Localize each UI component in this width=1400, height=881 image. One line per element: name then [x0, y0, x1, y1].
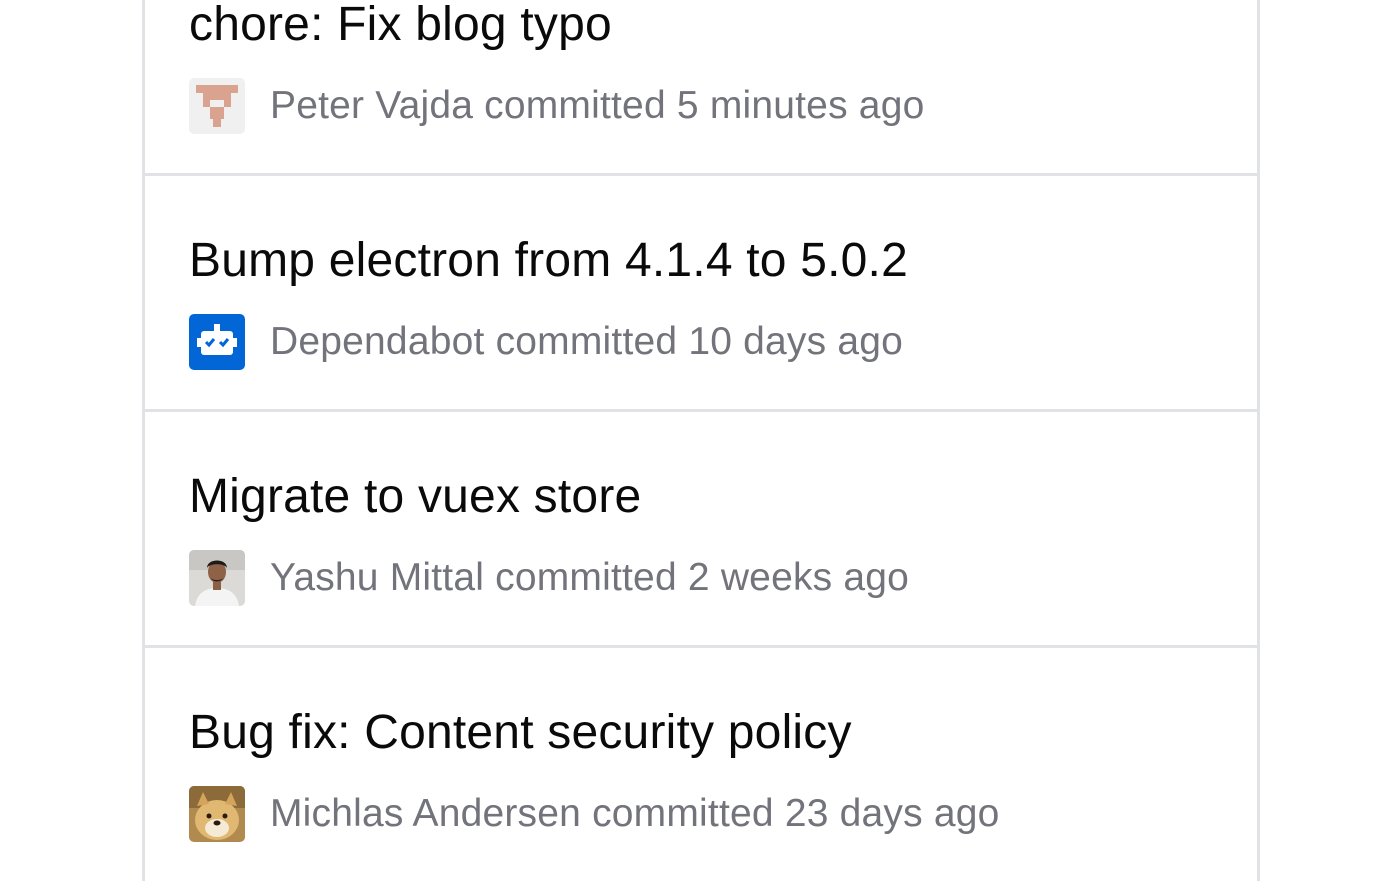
user-photo-avatar[interactable] — [189, 550, 245, 606]
commit-time: 5 minutes ago — [676, 84, 925, 127]
commit-meta: Peter Vajda committed 5 minutes ago — [189, 78, 924, 134]
commit-message[interactable]: Bug fix: Content security policy — [189, 703, 852, 763]
doge-photo-avatar[interactable] — [189, 786, 245, 842]
commit-meta: Yashu Mittal committed 2 weeks ago — [189, 550, 909, 606]
commit-author[interactable]: Yashu Mittal — [270, 556, 484, 599]
commit-author[interactable]: Peter Vajda — [270, 84, 473, 127]
commit-meta-text: Dependabot committed 10 days ago — [270, 320, 903, 364]
commit-verb: committed — [484, 84, 666, 127]
commit-time: 2 weeks ago — [687, 556, 910, 599]
commit-verb: committed — [592, 792, 774, 835]
commit-meta: Michlas Andersen committed 23 days ago — [189, 786, 1000, 842]
commit-verb: committed — [495, 556, 677, 599]
commit-row[interactable]: Bug fix: Content security policy Michlas… — [145, 648, 1257, 881]
commit-meta-text: Michlas Andersen committed 23 days ago — [270, 792, 1000, 836]
commit-row[interactable]: chore: Fix blog typo Peter Vajda committ… — [145, 0, 1257, 176]
dependabot-robot-icon[interactable] — [189, 314, 245, 370]
commit-verb: committed — [495, 320, 678, 363]
commit-row[interactable]: Bump electron from 4.1.4 to 5.0.2 Depend… — [145, 176, 1257, 412]
commit-time: 10 days ago — [688, 320, 904, 363]
commit-row[interactable]: Migrate to vuex store Yashu Mittal commi… — [145, 412, 1257, 648]
commit-meta-text: Yashu Mittal committed 2 weeks ago — [270, 556, 909, 600]
commit-message[interactable]: Migrate to vuex store — [189, 467, 641, 527]
commit-author[interactable]: Michlas Andersen — [270, 792, 581, 835]
commit-meta-text: Peter Vajda committed 5 minutes ago — [270, 84, 924, 128]
commit-meta: Dependabot committed 10 days ago — [189, 314, 903, 370]
commit-message[interactable]: chore: Fix blog typo — [189, 0, 612, 55]
commit-message[interactable]: Bump electron from 4.1.4 to 5.0.2 — [189, 231, 908, 291]
identicon-avatar[interactable] — [189, 78, 245, 134]
commit-author[interactable]: Dependabot — [270, 320, 485, 363]
commit-list: chore: Fix blog typo Peter Vajda committ… — [142, 0, 1260, 881]
commit-time: 23 days ago — [784, 792, 1000, 835]
